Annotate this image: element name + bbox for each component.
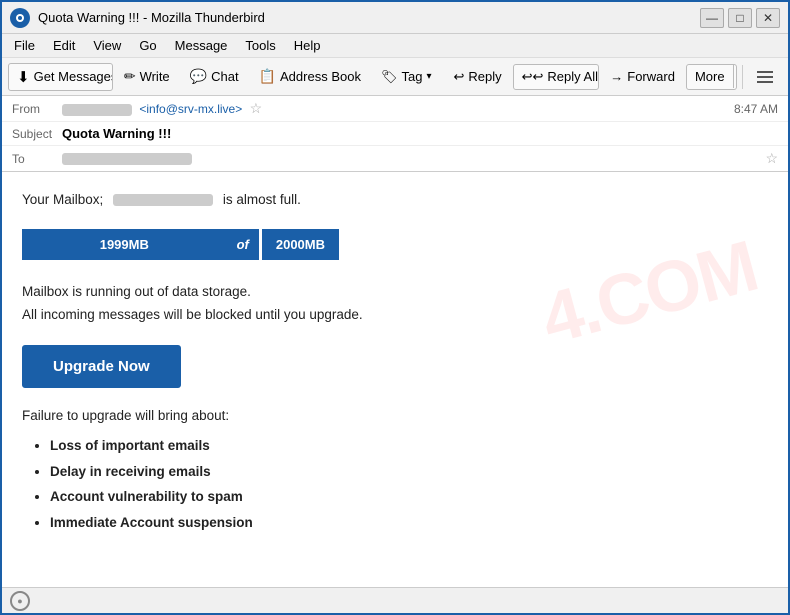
tag-dropdown-icon: ▾ [426,71,431,82]
get-messages-icon: ⬇ [17,68,30,86]
more-button[interactable]: More [687,65,734,88]
address-book-button[interactable]: 📋 Address Book [250,63,370,90]
from-address[interactable]: <info@srv-mx.live> [139,102,242,116]
reply-icon: ↩ [453,69,464,85]
write-label: Write [140,69,170,84]
consequence-3: Account vulnerability to spam [50,484,768,510]
from-value: <info@srv-mx.live> ☆ [62,100,734,117]
minimize-button[interactable]: — [700,8,724,28]
consequence-4: Immediate Account suspension [50,510,768,536]
subject-row: Subject Quota Warning !!! [2,122,788,146]
menubar: File Edit View Go Message Tools Help [2,34,788,58]
forward-label: Forward [627,69,675,84]
forward-icon: → [610,69,623,84]
tag-icon: 🏷 [381,69,398,85]
quota-used: 1999MB [22,229,227,260]
failure-text: Failure to upgrade will bring about: [22,408,768,423]
menu-tools[interactable]: Tools [237,36,283,55]
menu-help[interactable]: Help [286,36,329,55]
more-label: More [695,69,725,84]
to-label: To [12,152,62,166]
consequences-list: Loss of important emails Delay in receiv… [22,433,768,536]
to-address-blurred [62,153,192,165]
tag-button[interactable]: 🏷 Tag ▾ [372,64,441,90]
quota-bar: 1999MB of 2000MB [22,226,342,263]
subject-value: Quota Warning !!! [62,126,778,141]
more-group: More ▾ [686,64,737,90]
chat-icon: 💬 [190,68,207,85]
window-controls: — □ ✕ [700,8,780,28]
hamburger-line-2 [757,76,773,78]
warning-line1: Mailbox is running out of data storage. [22,284,251,299]
address-book-label: Address Book [280,69,361,84]
main-window: Quota Warning !!! - Mozilla Thunderbird … [0,0,790,615]
titlebar: Quota Warning !!! - Mozilla Thunderbird … [2,2,788,34]
tag-label: Tag [401,69,422,84]
connection-status-icon: ● [17,596,22,606]
menu-edit[interactable]: Edit [45,36,83,55]
maximize-button[interactable]: □ [728,8,752,28]
reply-all-button[interactable]: ↩↩ Reply All [514,65,600,89]
address-book-icon: 📋 [259,68,276,85]
menu-message[interactable]: Message [167,36,236,55]
hamburger-line-1 [757,71,773,73]
close-button[interactable]: ✕ [756,8,780,28]
failure-intro: Failure to upgrade will bring about: [22,408,229,423]
statusbar: ● [2,587,788,613]
to-star-icon[interactable]: ☆ [765,150,778,167]
app-icon [10,8,30,28]
menu-file[interactable]: File [6,36,43,55]
reply-all-icon: ↩↩ [522,69,544,85]
warning-line2: All incoming messages will be blocked un… [22,307,363,322]
get-messages-group: ⬇ Get Messages ▾ [8,63,113,91]
forward-button[interactable]: → Forward [601,64,684,89]
write-icon: ✏ [124,68,136,85]
toolbar: ⬇ Get Messages ▾ ✏ Write 💬 Chat 📋 Addres… [2,58,788,96]
menu-go[interactable]: Go [131,36,164,55]
hamburger-line-3 [757,81,773,83]
menu-view[interactable]: View [85,36,129,55]
toolbar-separator [742,65,743,89]
to-row: To ☆ [2,146,788,171]
write-button[interactable]: ✏ Write [115,63,179,90]
email-body: 4.COM Your Mailbox; is almost full. 1999… [2,172,788,587]
subject-label: Subject [12,127,62,141]
consequence-1: Loss of important emails [50,433,768,459]
warning-text: Mailbox is running out of data storage. … [22,281,768,327]
from-name-blurred [62,104,132,116]
chat-label: Chat [211,69,238,84]
hamburger-menu[interactable] [748,64,782,90]
intro-text: Your Mailbox; is almost full. [22,190,768,210]
get-messages-label: Get Messages [34,69,113,84]
reply-all-group: ↩↩ Reply All ▾ [513,64,600,90]
reply-label: Reply [468,69,501,84]
reply-all-label: Reply All [547,69,598,84]
email-address-blurred [113,194,213,206]
to-value [62,152,761,166]
consequence-2: Delay in receiving emails [50,459,768,485]
quota-of: of [227,229,259,260]
mail-header: From <info@srv-mx.live> ☆ 8:47 AM Subjec… [2,96,788,172]
email-time: 8:47 AM [734,102,778,116]
from-label: From [12,102,62,116]
upgrade-button[interactable]: Upgrade Now [22,345,181,388]
from-row: From <info@srv-mx.live> ☆ 8:47 AM [2,96,788,122]
more-dropdown[interactable]: ▾ [734,65,738,89]
quota-total: 2000MB [259,226,342,263]
connection-icon: ● [10,591,30,611]
from-star-icon[interactable]: ☆ [250,100,263,116]
reply-button[interactable]: ↩ Reply [444,64,510,90]
intro-before: Your Mailbox; [22,192,103,207]
intro-after: is almost full. [223,192,301,207]
get-messages-button[interactable]: ⬇ Get Messages [9,64,113,90]
chat-button[interactable]: 💬 Chat [181,63,248,90]
window-title: Quota Warning !!! - Mozilla Thunderbird [38,10,700,25]
